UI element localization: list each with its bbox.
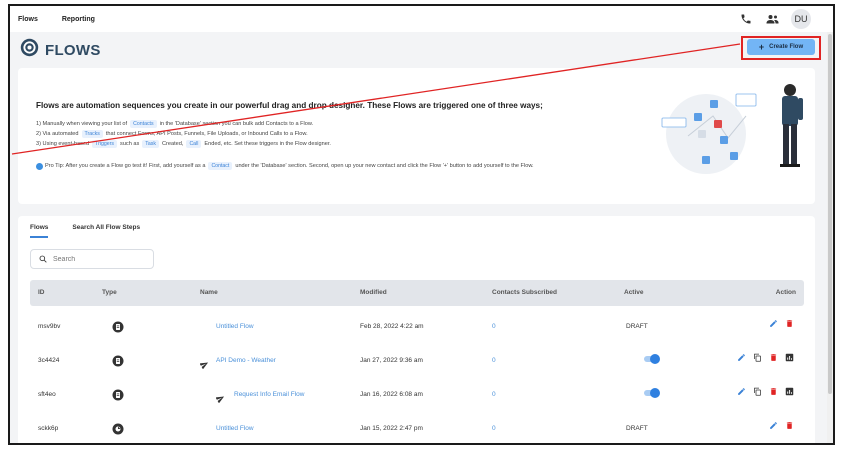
edit-icon[interactable]: [769, 319, 778, 328]
info-text: Created,: [161, 141, 184, 147]
task-chip: Task: [142, 140, 159, 148]
page-header: FLOWS: [20, 38, 101, 62]
flows-gear-icon: [20, 38, 39, 62]
annotation-highlight-box: [741, 36, 821, 60]
copy-icon[interactable]: [753, 387, 762, 396]
row-actions: [730, 387, 794, 396]
triggers-chip: Triggers: [92, 140, 118, 148]
avatar[interactable]: DU: [791, 9, 811, 29]
edit-icon[interactable]: [737, 353, 746, 362]
row-id: msv9bv: [38, 323, 61, 330]
table-row[interactable]: sckk6p Untitled Flow Jan 15, 2022 2:47 p…: [30, 412, 804, 443]
search-icon: [39, 250, 47, 268]
info-card: Flows are automation sequences you creat…: [18, 68, 815, 204]
row-modified: Jan 16, 2022 6:08 am: [360, 391, 423, 398]
col-name[interactable]: Name: [200, 289, 218, 296]
col-active[interactable]: Active: [624, 289, 644, 296]
row-name[interactable]: API Demo - Weather: [216, 357, 276, 364]
row-actions: [730, 353, 794, 362]
info-text: under the 'Database' section. Second, op…: [235, 163, 534, 169]
edit-icon[interactable]: [769, 421, 778, 430]
delete-icon[interactable]: [769, 353, 778, 362]
table-header: ID Type Name Modified Contacts Subscribe…: [30, 280, 804, 306]
info-text: 2) Via automated: [36, 131, 79, 137]
tab-flows[interactable]: Flows: [30, 224, 49, 238]
row-name[interactable]: Request Info Email Flow: [234, 391, 304, 398]
row-id: sckk6p: [38, 425, 59, 432]
tab-search-all-flow-steps[interactable]: Search All Flow Steps: [72, 224, 140, 238]
row-status: DRAFT: [626, 425, 648, 432]
tracks-chip: Tracks: [81, 130, 103, 138]
app-window: Flows Reporting DU FLOWS + Create Flow F…: [8, 4, 835, 445]
row-contacts[interactable]: 0: [492, 425, 496, 432]
trigger-type-icon: [112, 422, 124, 440]
info-line-1: 1) Manually when viewing your list of Co…: [36, 120, 313, 128]
col-id[interactable]: ID: [38, 289, 45, 296]
info-text: that connect Forms, API Posts, Funnels, …: [105, 131, 308, 137]
table-row[interactable]: 3c4424 API Demo - Weather Jan 27, 2022 9…: [30, 344, 804, 378]
active-toggle[interactable]: [644, 354, 660, 364]
info-text: in the 'Database' section you can bulk a…: [159, 121, 314, 127]
info-text: 3) Using event-based: [36, 141, 90, 147]
row-actions: [762, 421, 794, 430]
delete-icon[interactable]: [785, 319, 794, 328]
nav-flows[interactable]: Flows: [18, 16, 38, 23]
scrollbar-thumb[interactable]: [828, 34, 832, 394]
col-modified[interactable]: Modified: [360, 289, 387, 296]
col-action: Action: [775, 289, 796, 296]
table-row[interactable]: msv9bv Untitled Flow Feb 28, 2022 4:22 a…: [30, 310, 804, 344]
info-text: Pro Tip: After you create a Flow go test…: [45, 163, 206, 169]
send-icon: [215, 390, 225, 408]
row-id: 3c4424: [38, 357, 60, 364]
edit-icon[interactable]: [737, 387, 746, 396]
active-toggle[interactable]: [644, 388, 660, 398]
report-icon[interactable]: [785, 387, 794, 396]
row-status: DRAFT: [626, 323, 648, 330]
row-modified: Jan 15, 2022 2:47 pm: [360, 425, 423, 432]
contact-chip: Contact: [208, 162, 233, 170]
row-name[interactable]: Untitled Flow: [216, 425, 254, 432]
info-line-2: 2) Via automated Tracks that connect For…: [36, 130, 308, 138]
users-icon[interactable]: [766, 13, 779, 25]
report-icon[interactable]: [785, 353, 794, 362]
row-modified: Feb 28, 2022 4:22 am: [360, 323, 424, 330]
info-headline: Flows are automation sequences you creat…: [36, 101, 543, 110]
col-type[interactable]: Type: [102, 289, 117, 296]
info-text: such as: [120, 141, 140, 147]
row-contacts[interactable]: 0: [492, 391, 496, 398]
page-title: FLOWS: [45, 41, 101, 59]
flows-tabs: Flows Search All Flow Steps: [30, 224, 164, 238]
flows-card: Flows Search All Flow Steps ID Type Name…: [18, 216, 815, 443]
top-nav: Flows Reporting DU: [10, 6, 833, 32]
table-row[interactable]: sft4eo Request Info Email Flow Jan 16, 2…: [30, 378, 804, 412]
send-icon: [199, 356, 209, 374]
info-text: 1) Manually when viewing your list of: [36, 121, 128, 127]
form-type-icon: [112, 354, 124, 372]
delete-icon[interactable]: [769, 387, 778, 396]
scrollbar[interactable]: [827, 32, 833, 443]
form-type-icon: [112, 388, 124, 406]
form-type-icon: [112, 320, 124, 338]
col-contacts-subscribed[interactable]: Contacts Subscribed: [492, 289, 557, 296]
info-line-3: 3) Using event-based Triggers such as Ta…: [36, 140, 331, 148]
flows-illustration: [661, 84, 803, 174]
search-input[interactable]: [53, 255, 143, 263]
contacts-chip: Contacts: [130, 120, 157, 128]
lightbulb-icon: [36, 162, 43, 170]
delete-icon[interactable]: [785, 421, 794, 430]
row-name[interactable]: Untitled Flow: [216, 323, 254, 330]
row-id: sft4eo: [38, 391, 56, 398]
row-contacts[interactable]: 0: [492, 357, 496, 364]
copy-icon[interactable]: [753, 353, 762, 362]
call-chip: Call: [186, 140, 202, 148]
search-box: [30, 249, 154, 269]
row-modified: Jan 27, 2022 9:36 am: [360, 357, 423, 364]
nav-reporting[interactable]: Reporting: [62, 16, 95, 23]
row-contacts[interactable]: 0: [492, 323, 496, 330]
phone-icon[interactable]: [740, 13, 752, 25]
row-actions: [762, 319, 794, 328]
pro-tip: Pro Tip: After you create a Flow go test…: [36, 162, 534, 170]
info-text: Ended, etc. Set these triggers in the Fl…: [204, 141, 331, 147]
